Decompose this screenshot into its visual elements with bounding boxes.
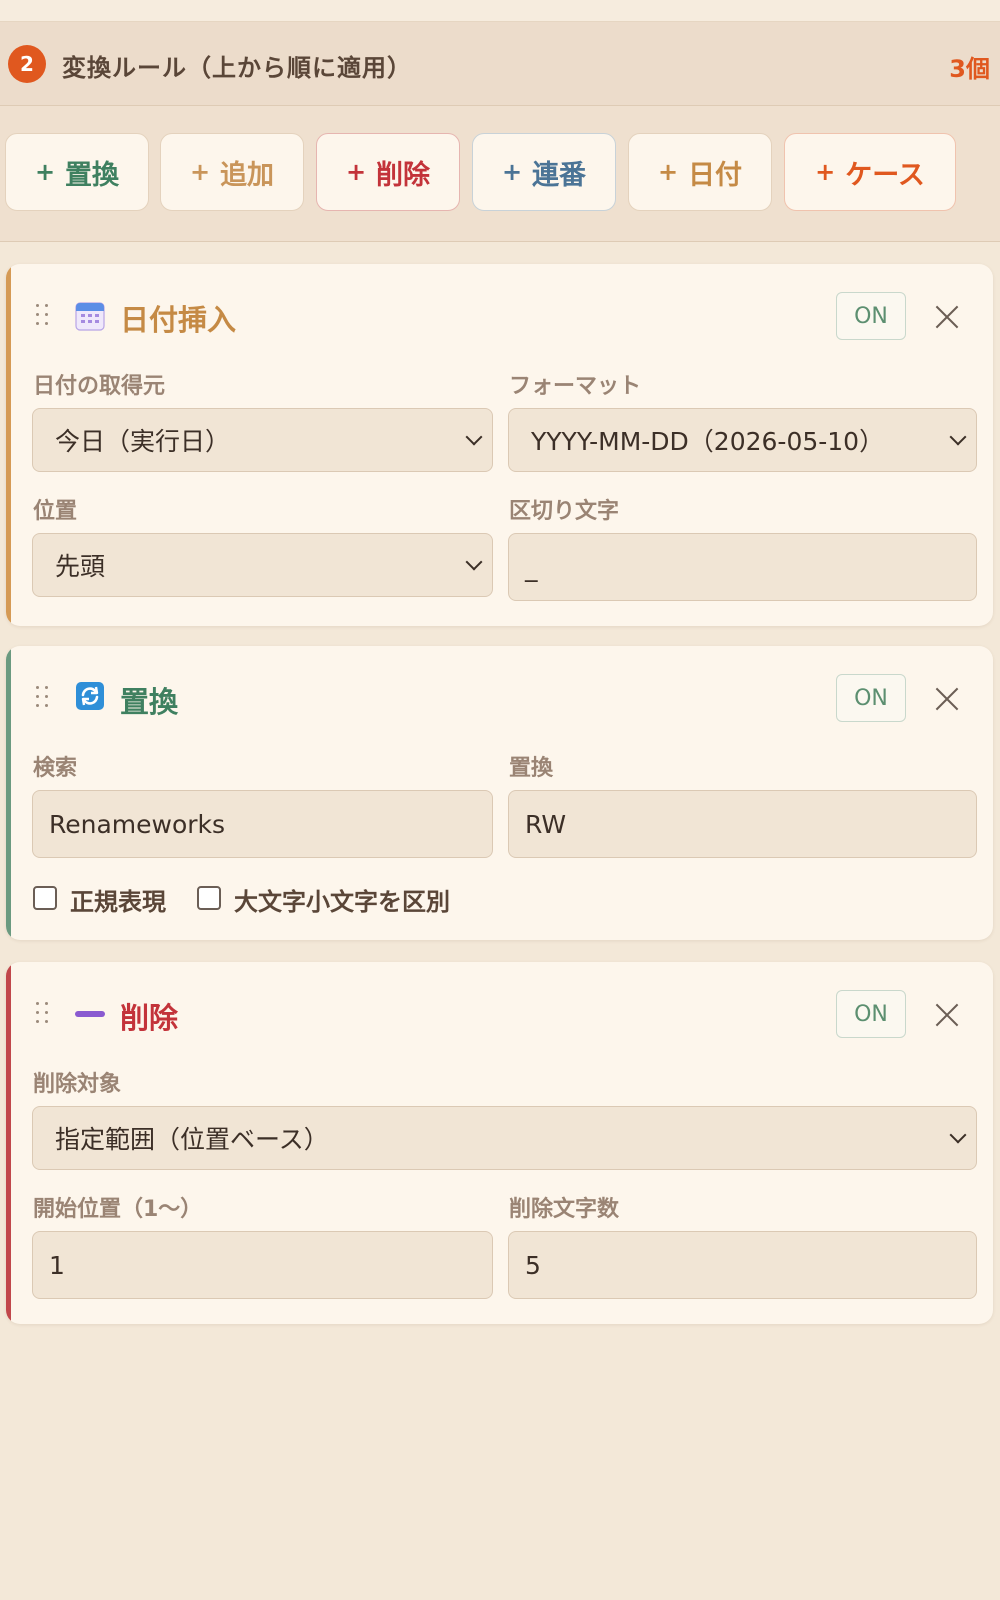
refresh-icon xyxy=(76,682,104,710)
delete-length-value: 5 xyxy=(525,1250,541,1280)
search-label: 検索 xyxy=(33,756,78,781)
rule-title: 日付挿入 xyxy=(120,303,237,337)
delete-target-label: 削除対象 xyxy=(33,1072,122,1097)
rule-title: 置換 xyxy=(120,685,179,719)
search-value: Renameworks xyxy=(49,809,226,839)
plus-icon: + xyxy=(657,158,679,186)
plus-icon: + xyxy=(815,158,836,186)
add-case-label: ケース xyxy=(845,159,925,191)
rule-title: 削除 xyxy=(120,1001,179,1035)
drag-handle-icon[interactable] xyxy=(34,686,54,716)
drag-handle-icon[interactable] xyxy=(34,1002,54,1032)
plus-icon: + xyxy=(34,158,56,186)
format-value: YYYY-MM-DD（2026-05-10） xyxy=(531,427,885,456)
search-input[interactable]: Renameworks xyxy=(32,790,493,858)
toggle-button[interactable]: ON xyxy=(836,674,906,722)
separator-value: _ xyxy=(525,552,538,582)
toggle-button[interactable]: ON xyxy=(836,292,906,340)
minus-icon xyxy=(75,1011,105,1017)
case-sensitive-checkbox[interactable] xyxy=(197,886,221,910)
section-title: 変換ルール（上から順に適用） xyxy=(62,54,412,82)
position-select[interactable]: 先頭 xyxy=(32,533,493,597)
format-label: フォーマット xyxy=(509,374,642,399)
add-date-label: 日付 xyxy=(688,159,743,191)
drag-handle-icon[interactable] xyxy=(34,304,54,334)
rule-card-date-insert: 日付挿入 ON 日付の取得元 今日（実行日） フォーマット YYYY-MM-DD… xyxy=(6,264,993,626)
position-value: 先頭 xyxy=(55,552,106,581)
top-strip xyxy=(0,0,1000,22)
add-replace-label: 置換 xyxy=(65,159,120,191)
close-icon[interactable] xyxy=(932,684,962,714)
delete-target-value: 指定範囲（位置ベース） xyxy=(55,1125,329,1154)
start-position-value: 1 xyxy=(49,1250,65,1280)
regex-checkbox[interactable] xyxy=(33,886,57,910)
chevron-down-icon xyxy=(949,1126,967,1144)
start-position-input[interactable]: 1 xyxy=(32,1231,493,1299)
add-case-button[interactable]: + ケース xyxy=(784,133,956,211)
source-select[interactable]: 今日（実行日） xyxy=(32,408,493,472)
chevron-down-icon xyxy=(465,553,483,571)
section-header: 2 変換ルール（上から順に適用） 3個 xyxy=(0,22,1000,106)
separator-label: 区切り文字 xyxy=(509,499,620,524)
toggle-button[interactable]: ON xyxy=(836,990,906,1038)
calendar-icon xyxy=(75,302,105,331)
delete-length-input[interactable]: 5 xyxy=(508,1231,977,1299)
chevron-down-icon xyxy=(949,428,967,446)
chevron-down-icon xyxy=(465,428,483,446)
add-serial-button[interactable]: + 連番 xyxy=(472,133,616,211)
replace-value: RW xyxy=(525,809,567,839)
add-append-button[interactable]: + 追加 xyxy=(160,133,304,211)
plus-icon: + xyxy=(189,158,211,186)
delete-length-label: 削除文字数 xyxy=(509,1197,620,1222)
rule-card-delete: 削除 ON 削除対象 指定範囲（位置ベース） 開始位置（1〜） 1 削除文字数 … xyxy=(6,962,993,1324)
rule-card-replace: 置換 ON 検索 Renameworks 置換 RW 正規表現 大文字小文字を区… xyxy=(6,646,993,940)
source-label: 日付の取得元 xyxy=(33,374,166,399)
delete-target-select[interactable]: 指定範囲（位置ベース） xyxy=(32,1106,977,1170)
plus-icon: + xyxy=(345,158,367,186)
replace-input[interactable]: RW xyxy=(508,790,977,858)
case-sensitive-label[interactable]: 大文字小文字を区別 xyxy=(234,882,450,917)
start-position-label: 開始位置（1〜） xyxy=(33,1197,203,1222)
add-serial-label: 連番 xyxy=(532,159,587,191)
source-value: 今日（実行日） xyxy=(55,427,231,456)
add-date-button[interactable]: + 日付 xyxy=(628,133,772,211)
separator-input[interactable]: _ xyxy=(508,533,977,601)
format-select[interactable]: YYYY-MM-DD（2026-05-10） xyxy=(508,408,977,472)
rule-count: 3個 xyxy=(949,55,990,83)
add-delete-label: 削除 xyxy=(376,159,431,191)
regex-label[interactable]: 正規表現 xyxy=(70,882,166,917)
close-icon[interactable] xyxy=(932,1000,962,1030)
position-label: 位置 xyxy=(33,499,78,524)
add-append-label: 追加 xyxy=(220,159,275,191)
add-rule-toolbar: + 置換 + 追加 + 削除 + 連番 + 日付 + ケース xyxy=(0,106,1000,242)
add-replace-button[interactable]: + 置換 xyxy=(5,133,149,211)
add-delete-button[interactable]: + 削除 xyxy=(316,133,460,211)
plus-icon: + xyxy=(501,158,523,186)
step-badge: 2 xyxy=(8,45,46,83)
replace-label: 置換 xyxy=(509,756,554,781)
close-icon[interactable] xyxy=(932,302,962,332)
